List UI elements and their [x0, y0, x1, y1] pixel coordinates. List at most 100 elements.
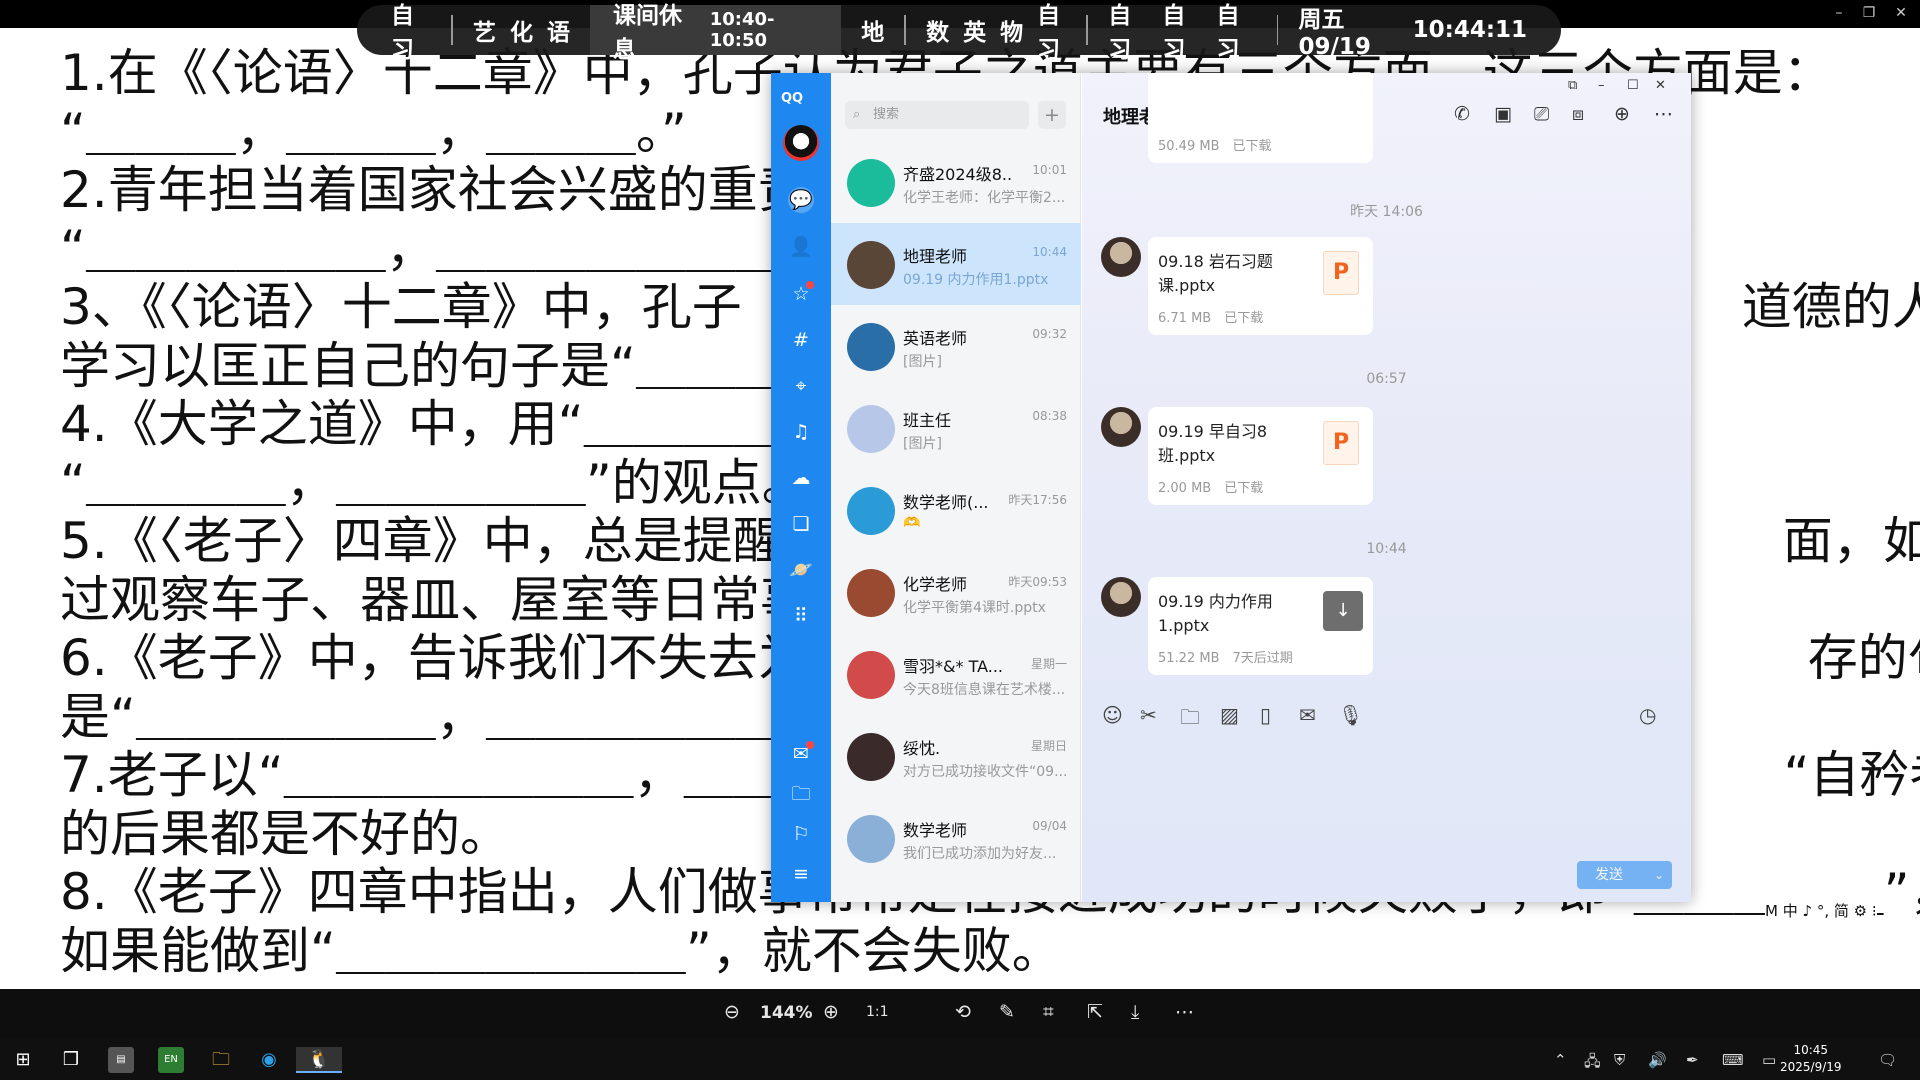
avatar[interactable] [783, 125, 819, 161]
notification-icon[interactable]: 🗨 [1878, 1051, 1897, 1069]
pptx-file-icon: P [1323, 421, 1359, 465]
video-call-icon[interactable]: ▣ [1494, 103, 1512, 125]
list-item[interactable]: 绥忱. 星期日 对方已成功接收文件“09... [831, 715, 1081, 797]
list-item[interactable]: 齐盛2024级8... 10:01 化学王老师：化学平衡2... [831, 141, 1081, 223]
chat-panel: ⧉ – ☐ ✕ 地理老师 ☺ ✆ ▣ ⎚ ⧈ ⊕ ⋯ 50.49 MB 已下载 … [1082, 73, 1691, 902]
list-item[interactable]: 英语老师 09:32 [图片] [831, 305, 1081, 387]
schedule-group: 地 [841, 5, 904, 55]
screenshot-icon[interactable]: ✂ [1140, 703, 1157, 727]
rotate-icon[interactable]: ⟲ [955, 1001, 971, 1023]
planet-icon[interactable]: 🪐 [788, 557, 814, 583]
folder-icon[interactable]: 🗀 [788, 781, 814, 807]
file-message[interactable]: 09.18 岩石习题课.pptx 6.71 MB 已下载 P [1148, 237, 1373, 335]
network-icon[interactable]: 🖧 [1584, 1051, 1601, 1076]
file-message[interactable]: 09.19 早自习8班.pptx 2.00 MB 已下载 P [1148, 407, 1373, 505]
schedule-item: 自习 [1108, 3, 1132, 63]
phone-icon[interactable]: ✆ [1454, 103, 1470, 125]
list-item[interactable]: 数学老师 09/04 我们已成功添加为好友... [831, 797, 1081, 879]
zoom-out-icon[interactable]: ⊖ [724, 1001, 740, 1023]
add-button[interactable]: + [1038, 101, 1066, 129]
add-icon[interactable]: ⊕ [1614, 103, 1630, 125]
minimize-icon[interactable]: – [1824, 0, 1854, 26]
tablet-icon[interactable]: ▭ [1762, 1051, 1776, 1069]
chevron-up-icon[interactable]: ⌃ [1554, 1051, 1567, 1069]
docs-icon[interactable]: ❏ [788, 511, 814, 537]
maximize-icon[interactable]: ☐ [1627, 78, 1639, 93]
message-bubble-partial[interactable]: 50.49 MB 已下载 [1148, 73, 1373, 163]
star-icon[interactable]: ☆ [788, 281, 814, 307]
schedule-item: 自习 [1037, 3, 1061, 63]
list-item[interactable]: 地理老师 10:44 09.19 内力作用1.pptx [831, 223, 1081, 305]
avatar [847, 569, 895, 617]
download-icon[interactable]: ⤓ [1131, 1001, 1139, 1023]
send-button[interactable]: 发送 ⌄ [1577, 861, 1672, 889]
taskbar-clock[interactable]: 10:45 2025/9/19 [1780, 1042, 1842, 1076]
ocr-icon[interactable]: ⌗ [1043, 1001, 1054, 1023]
clock-date: 2025/9/19 [1780, 1060, 1842, 1074]
contacts-icon[interactable]: 👤 [788, 234, 814, 260]
emoji-icon[interactable]: ☺ [1102, 703, 1123, 727]
security-icon[interactable]: ⛨ [1614, 1051, 1625, 1069]
avatar[interactable] [1101, 407, 1141, 447]
conversation-name: 地理老师 [903, 247, 968, 266]
close-icon[interactable]: ✕ [1655, 78, 1666, 93]
share-icon[interactable]: ⇱ [1087, 1001, 1103, 1023]
list-item[interactable]: 数学老师(... 昨天17:56 🫶 [831, 469, 1081, 551]
pen-icon[interactable]: ✒ [1686, 1051, 1699, 1069]
chevron-down-icon[interactable]: ⌄ [1654, 861, 1664, 889]
menu-icon[interactable]: ≡ [788, 861, 814, 887]
remote-desktop-icon[interactable]: ⧈ [1572, 103, 1584, 125]
more-icon[interactable]: ⋯ [1654, 103, 1673, 125]
file-message[interactable]: 09.19 内力作用1.pptx 51.22 MB 7天后过期 ↓ [1148, 577, 1373, 675]
microphone-icon[interactable]: 🎙 [1338, 703, 1363, 727]
minimize-icon[interactable]: – [1598, 78, 1605, 93]
edge-browser-icon[interactable]: ◉ [256, 1047, 282, 1073]
screen-share-icon[interactable]: ⎚ [1534, 103, 1549, 125]
windows-start-icon[interactable]: ⊞ [10, 1047, 36, 1073]
bookmark-icon[interactable]: ⚐ [788, 821, 814, 847]
folder-icon[interactable]: 🗀 [1180, 703, 1200, 737]
volume-icon[interactable]: 🔊 [1648, 1051, 1667, 1069]
search-input[interactable]: ⌕ 搜索 [845, 101, 1029, 129]
mail-icon[interactable]: ✉ [788, 741, 814, 767]
cloud-icon[interactable]: ☁ [788, 465, 814, 491]
qq-app-icon[interactable]: 🐧 [296, 1047, 342, 1073]
file-explorer-icon[interactable]: 🗀 [208, 1047, 234, 1073]
red-packet-icon[interactable]: ✉ [1299, 703, 1316, 727]
search-icon: ⌕ [853, 107, 861, 122]
avatar[interactable] [1101, 577, 1141, 617]
edit-icon[interactable]: ✎ [999, 1001, 1015, 1023]
close-icon[interactable]: ✕ [1886, 0, 1916, 26]
time-separator: 06:57 [1366, 371, 1407, 387]
apps-grid-icon[interactable]: ⠿ [788, 603, 814, 629]
game-icon[interactable]: ⌖ [788, 373, 814, 399]
ime-toolbar[interactable]: M 中 ♪ °, 简 ⚙ ⁝ [1765, 900, 1877, 921]
list-item[interactable]: 雪羽*&* TA... 星期一 今天8班信息课在艺术楼... [831, 633, 1081, 715]
app-icon[interactable]: ▤ [108, 1047, 134, 1073]
app-icon[interactable]: EN [158, 1047, 184, 1073]
pin-icon[interactable]: ⧉ [1568, 78, 1577, 93]
music-icon[interactable]: ♫ [788, 419, 814, 445]
keyboard-icon[interactable]: ⌨ [1722, 1051, 1744, 1069]
download-icon[interactable]: ↓ [1323, 591, 1363, 631]
avatar[interactable] [1101, 237, 1141, 277]
shake-icon[interactable]: ▯ [1260, 703, 1271, 727]
schedule-item: 自习 [1216, 3, 1240, 63]
actual-size-icon[interactable]: 1:1 [866, 1004, 889, 1020]
message-icon[interactable]: 💬 [788, 187, 814, 213]
conversation-name: 班主任 [903, 411, 952, 430]
conversation-preview: 我们已成功添加为好友... [903, 846, 1057, 862]
history-icon[interactable]: ◷ [1639, 703, 1656, 727]
schedule-date: 周五 09/19 [1298, 7, 1371, 60]
image-icon[interactable]: ▨ [1220, 703, 1239, 727]
conversation-preview: 09.19 内力作用1.pptx [903, 272, 1049, 288]
channel-icon[interactable]: # [788, 327, 814, 353]
more-icon[interactable]: ⋯ [1175, 1001, 1194, 1023]
zoom-in-icon[interactable]: ⊕ [823, 1001, 839, 1023]
list-item[interactable]: 班主任 08:38 [图片] [831, 387, 1081, 469]
clock-time: 10:45 [1793, 1043, 1829, 1057]
task-view-icon[interactable]: ❒ [58, 1047, 84, 1073]
schedule-current-break: 课间休息 10:40-10:50 [589, 3, 842, 63]
list-item[interactable]: 化学老师 昨天09:53 化学平衡第4课时.pptx [831, 551, 1081, 633]
restore-icon[interactable]: ❐ [1854, 0, 1884, 26]
